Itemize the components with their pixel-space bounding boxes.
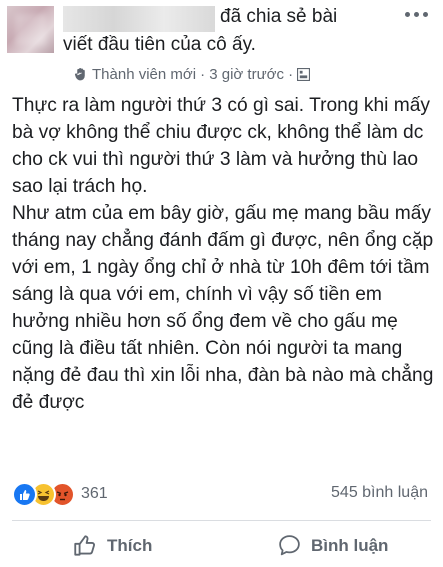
reaction-summary[interactable]: 361 xyxy=(12,481,108,507)
avatar[interactable] xyxy=(7,6,54,53)
post-headline: đã chia sẻ bài viết đầu tiên của cô ấy. xyxy=(63,3,393,59)
comment-count[interactable]: 545 bình luận xyxy=(331,484,428,502)
post-time[interactable]: · 3 giờ trước · xyxy=(200,66,293,83)
like-label: Thích xyxy=(107,536,153,555)
more-options-icon[interactable] xyxy=(405,12,429,20)
reaction-count[interactable]: 361 xyxy=(81,485,108,503)
like-button[interactable]: Thích xyxy=(72,533,152,559)
post-header: đã chia sẻ bài viết đầu tiên của cô ấy. … xyxy=(0,0,443,92)
post-body: Thực ra làm người thứ 3 có gì sai. Trong… xyxy=(12,95,434,413)
like-icon xyxy=(12,481,37,507)
comment-button[interactable]: Bình luận xyxy=(277,533,388,558)
headline-line-1: đã chia sẻ bài xyxy=(220,6,338,27)
new-member-badge[interactable]: Thành viên mới xyxy=(92,66,196,83)
headline-line-2: viết đầu tiên của cô ấy. xyxy=(63,34,256,55)
comment-label: Bình luận xyxy=(311,535,389,555)
comment-icon xyxy=(279,535,300,556)
new-member-hand-icon xyxy=(75,68,85,81)
thumbs-up-icon xyxy=(74,535,95,556)
audience-icon[interactable] xyxy=(297,67,311,81)
action-bar: Thích Bình luận xyxy=(0,527,443,567)
post-meta: Thành viên mới · 3 giờ trước · xyxy=(74,64,311,84)
divider xyxy=(12,520,431,521)
